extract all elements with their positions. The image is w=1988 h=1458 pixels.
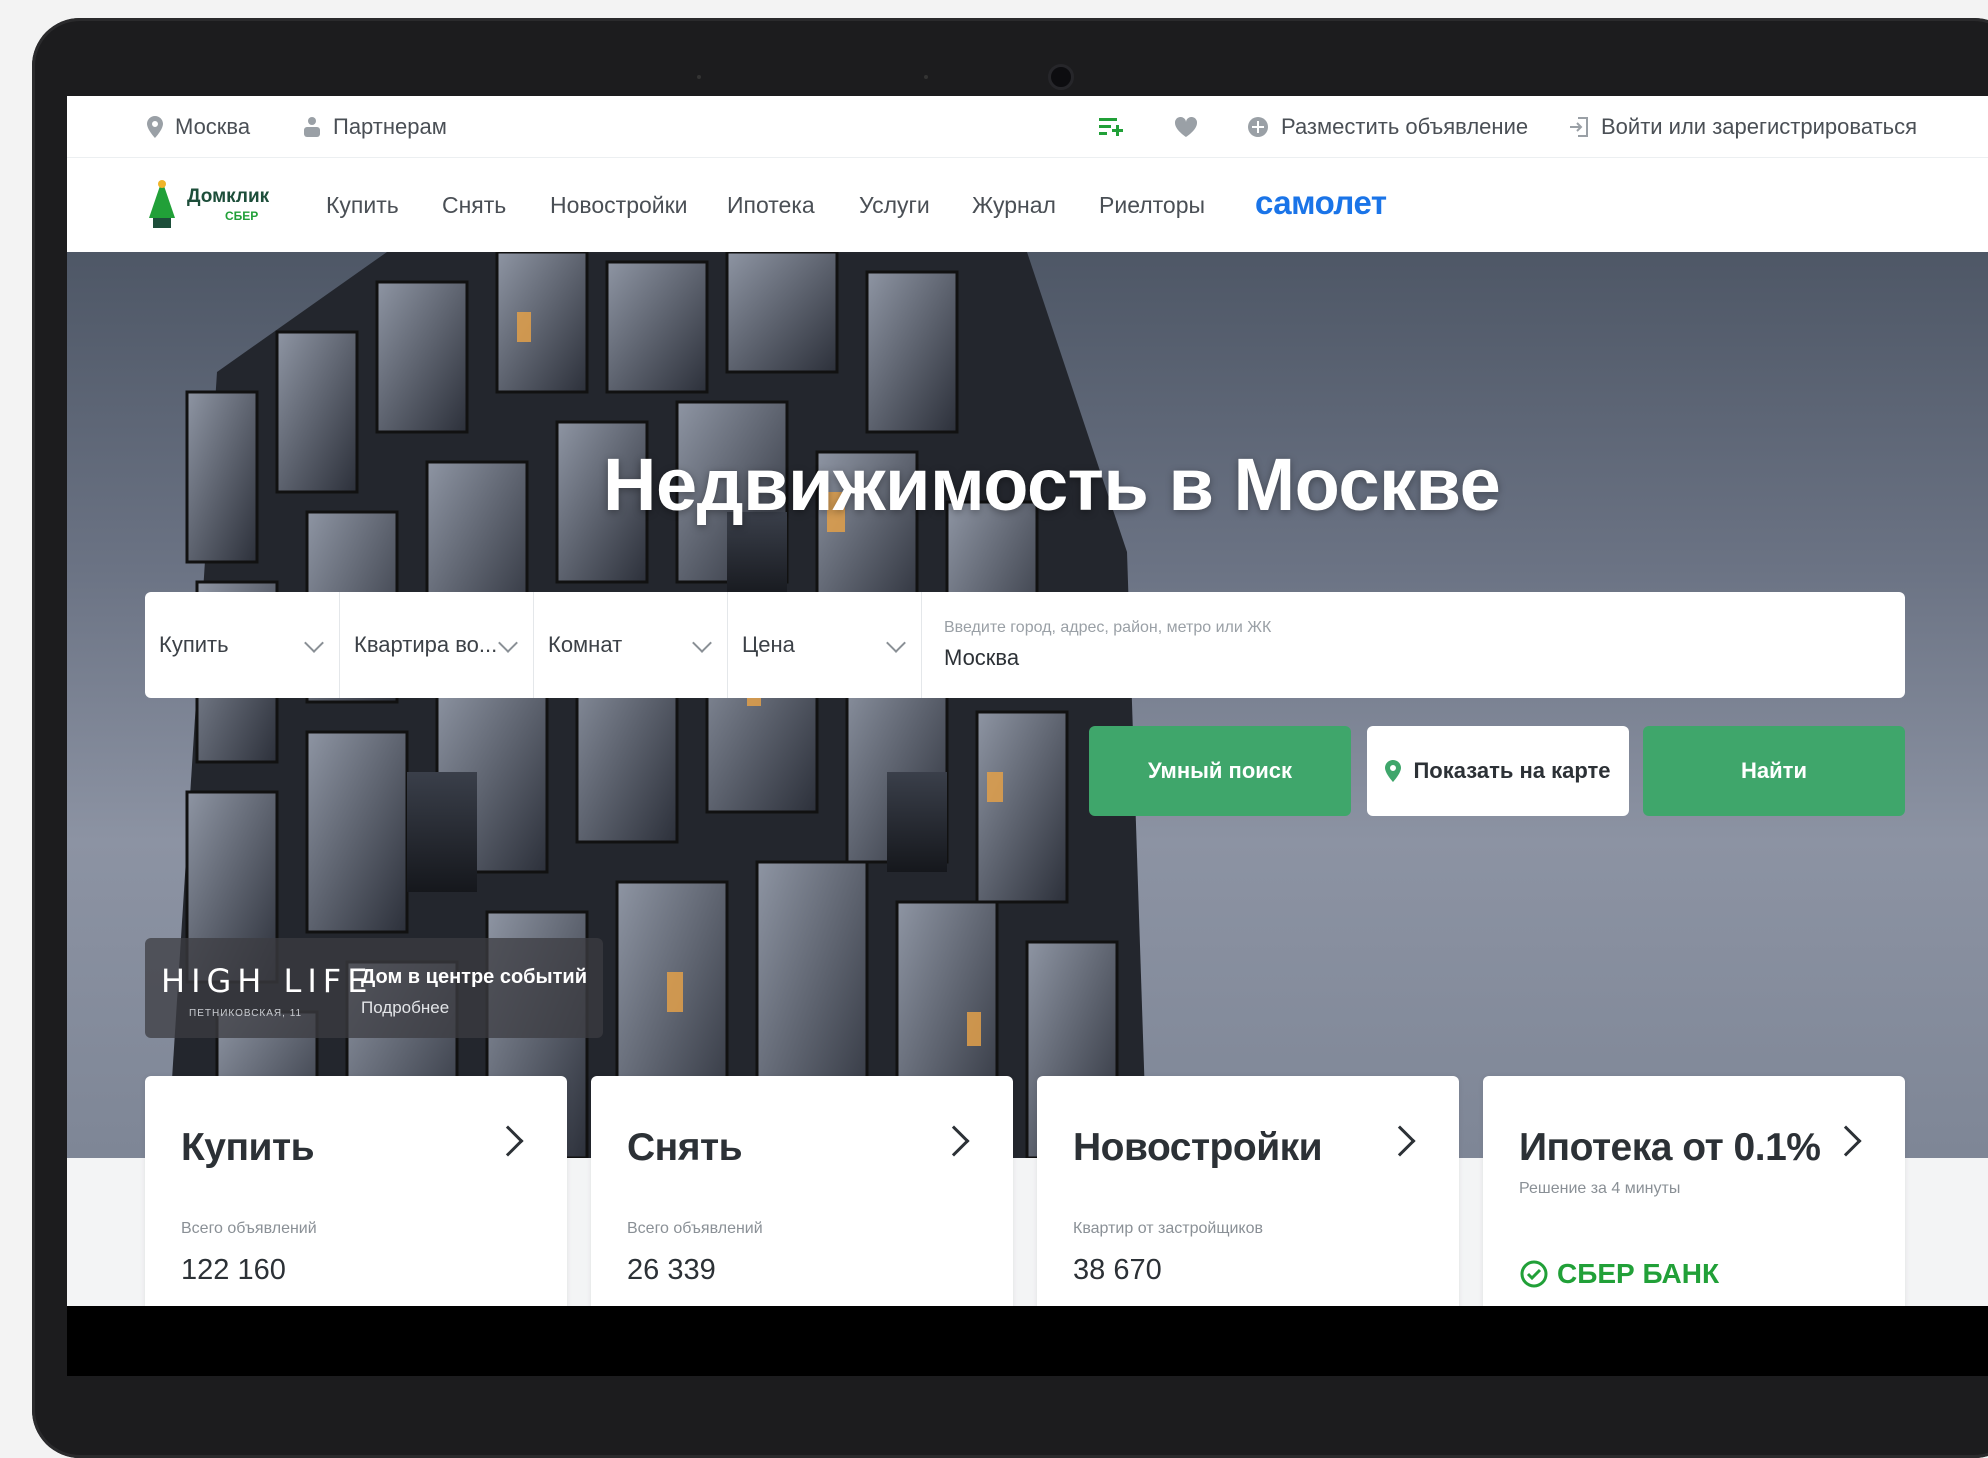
partners-link[interactable]: Партнерам: [303, 114, 447, 140]
address-value: Москва: [944, 645, 1020, 670]
chevron-down-icon: [304, 633, 324, 653]
sberbank-logo: СБЕР БАНК: [1519, 1258, 1719, 1290]
chevron-down-icon: [498, 633, 518, 653]
card-title: Новостройки: [1073, 1126, 1323, 1169]
chevron-right-icon: [1384, 1125, 1416, 1157]
rooms-select[interactable]: Комнат: [534, 592, 728, 698]
screen-bezel-bottom: [67, 1306, 1988, 1376]
browser-screen: Москва Партнерам Разместить объявление В…: [67, 96, 1988, 1306]
category-card-mortgage[interactable]: Ипотека от 0.1% Решение за 4 минуты СБЕР…: [1483, 1076, 1905, 1306]
hero-banner: Недвижимость в Москве Купить Квартира во…: [67, 252, 1988, 1158]
plus-circle-icon: [1248, 116, 1268, 137]
location-pin-icon: [147, 115, 163, 138]
samolet-brand-link[interactable]: самолет: [1255, 184, 1387, 222]
compare-button[interactable]: [1099, 116, 1125, 138]
favorites-button[interactable]: [1175, 116, 1197, 137]
card-value: 38 670: [1073, 1254, 1162, 1286]
sberbank-logo-text: СБЕР БАНК: [1557, 1258, 1720, 1289]
nav-item-mortgage[interactable]: Ипотека: [727, 192, 815, 219]
place-ad-label: Разместить объявление: [1281, 113, 1529, 139]
address-placeholder: Введите город, адрес, район, метро или Ж…: [944, 619, 1272, 636]
card-label: Всего объявлений: [181, 1220, 317, 1237]
sber-check-icon: [1520, 1260, 1548, 1288]
card-value: 122 160: [181, 1254, 286, 1286]
property-type-value: Квартира во...: [354, 632, 498, 657]
domclick-logo-icon: [149, 180, 175, 228]
chevron-down-icon: [886, 633, 906, 653]
webcam: [1048, 64, 1074, 90]
property-type-select[interactable]: Квартира во...: [340, 592, 534, 698]
rooms-value: Комнат: [548, 632, 623, 657]
show-on-map-button[interactable]: Показать на карте: [1367, 726, 1629, 816]
heart-icon: [1175, 116, 1197, 137]
sensor-dot: [924, 75, 928, 79]
person-icon: [304, 116, 320, 137]
deal-type-value: Купить: [159, 632, 229, 657]
card-label: Всего объявлений: [627, 1220, 763, 1237]
top-utility-bar: Москва Партнерам Разместить объявление В…: [67, 96, 1988, 158]
nav-item-new-buildings[interactable]: Новостройки: [550, 192, 688, 219]
nav-item-rent[interactable]: Снять: [442, 192, 506, 219]
price-select[interactable]: Цена: [728, 592, 922, 698]
city-selector[interactable]: Москва: [147, 114, 250, 140]
nav-item-realtors[interactable]: Риелторы: [1099, 192, 1205, 219]
chevron-right-icon: [492, 1125, 524, 1157]
promo-brand: HIGH LIFE: [161, 962, 374, 1000]
chevron-right-icon: [938, 1125, 970, 1157]
show-on-map-label: Показать на карте: [1413, 758, 1611, 783]
smart-search-label: Умный поиск: [1147, 758, 1293, 783]
login-button[interactable]: Войти или зарегистрироваться: [1569, 114, 1917, 140]
nav-item-services[interactable]: Услуги: [859, 192, 930, 219]
promo-tagline: Дом в центре событий: [361, 966, 587, 988]
smart-search-button[interactable]: Умный поиск: [1089, 726, 1351, 816]
card-title: Ипотека от 0.1%: [1519, 1126, 1821, 1169]
promo-banner[interactable]: HIGH LIFE ПЕТНИКОВСКАЯ, 11 Дом в центре …: [145, 938, 603, 1038]
card-subtitle: Решение за 4 минуты: [1519, 1180, 1681, 1197]
deal-type-select[interactable]: Купить: [145, 592, 340, 698]
partners-label: Партнерам: [333, 113, 447, 139]
logo-name: Домклик: [187, 185, 270, 207]
address-input[interactable]: Введите город, адрес, район, метро или Ж…: [922, 592, 1905, 698]
promo-more-link[interactable]: Подробнее: [361, 998, 449, 1018]
find-label: Найти: [1741, 758, 1807, 783]
logo-sber: СБЕР: [225, 208, 259, 223]
card-title: Снять: [627, 1126, 743, 1169]
map-pin-icon: [1385, 760, 1402, 782]
login-label: Войти или зарегистрироваться: [1601, 113, 1918, 139]
domclick-logo[interactable]: Домклик СБЕР: [145, 178, 269, 230]
place-ad-button[interactable]: Разместить объявление: [1247, 114, 1528, 140]
category-card-new-buildings[interactable]: Новостройки Квартир от застройщиков 38 6…: [1037, 1076, 1459, 1306]
login-icon: [1570, 116, 1588, 137]
sensor-dot: [697, 75, 701, 79]
card-value: 26 339: [627, 1254, 716, 1286]
category-card-buy[interactable]: Купить Всего объявлений 122 160: [145, 1076, 567, 1306]
price-value: Цена: [742, 632, 795, 657]
find-button[interactable]: Найти: [1643, 726, 1905, 816]
promo-address: ПЕТНИКОВСКАЯ, 11: [189, 1008, 303, 1019]
category-card-rent[interactable]: Снять Всего объявлений 26 339: [591, 1076, 1013, 1306]
main-nav: Домклик СБЕР Купить Снять Новостройки Ип…: [67, 158, 1988, 252]
chevron-right-icon: [1830, 1125, 1862, 1157]
card-title: Купить: [181, 1126, 315, 1169]
search-bar: Купить Квартира во... Комнат Цена Введит…: [145, 592, 1905, 698]
filter-add-icon: [1099, 117, 1123, 136]
nav-item-journal[interactable]: Журнал: [972, 192, 1056, 219]
hero-title: Недвижимость в Москве: [603, 443, 1501, 526]
nav-item-buy[interactable]: Купить: [326, 192, 399, 219]
city-label: Москва: [175, 113, 251, 139]
chevron-down-icon: [692, 633, 712, 653]
card-label: Квартир от застройщиков: [1073, 1220, 1263, 1237]
